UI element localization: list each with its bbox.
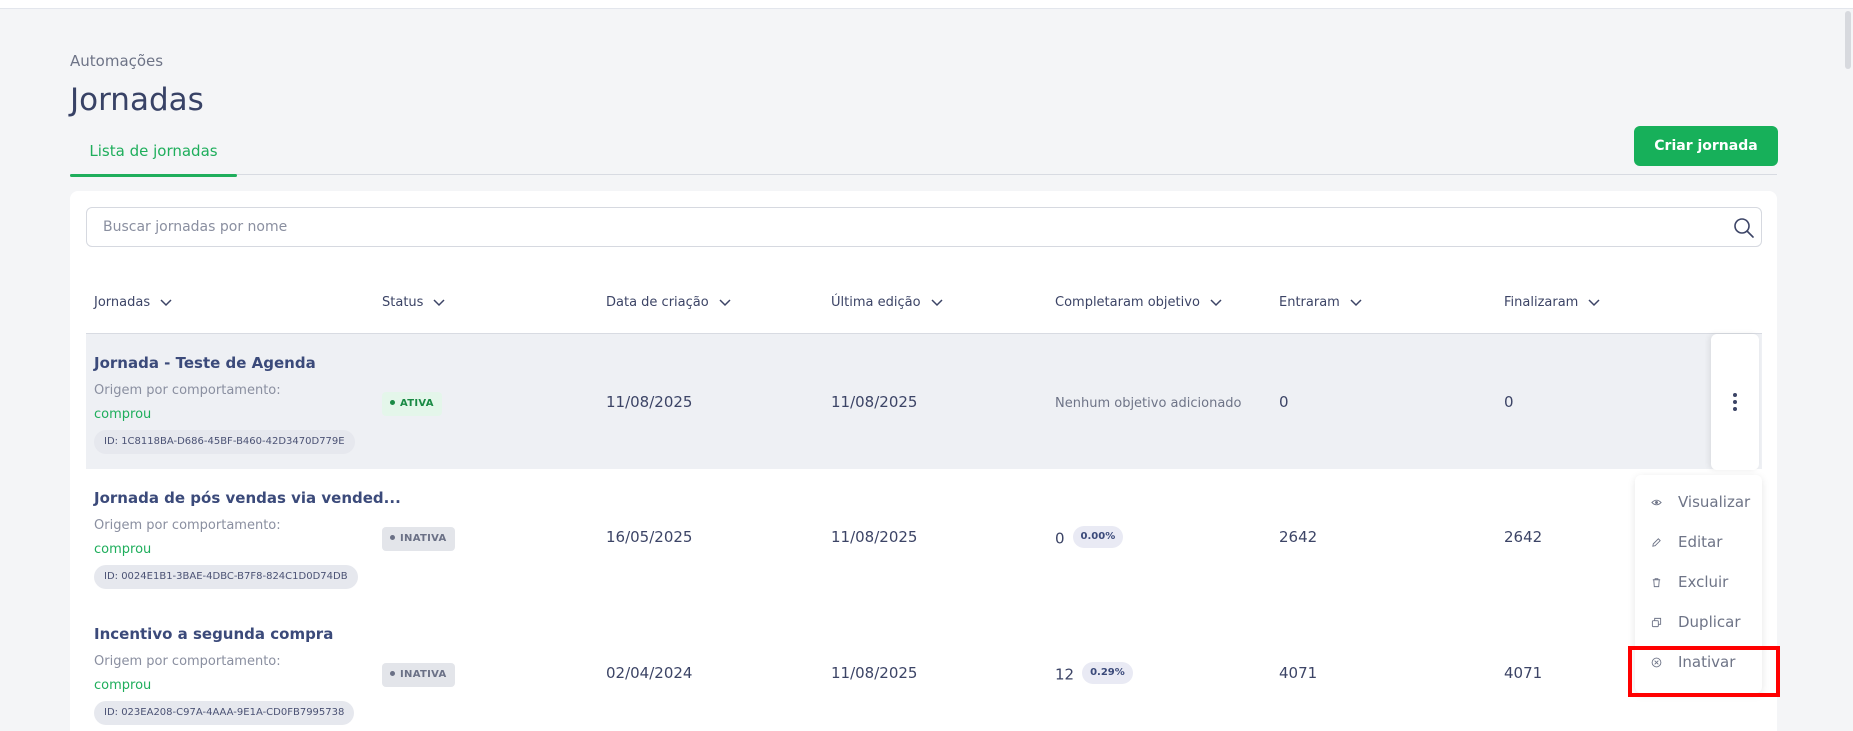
status-badge: ATIVA	[382, 392, 442, 416]
entered-count: 4071	[1279, 664, 1318, 682]
chevron-down-icon	[160, 298, 172, 306]
tab-label: Lista de jornadas	[89, 142, 218, 160]
chevron-down-icon	[931, 298, 943, 306]
header-finalizaram[interactable]: Finalizaram	[1504, 295, 1600, 310]
journey-name[interactable]: Jornada - Teste de Agenda	[94, 354, 316, 372]
menu-item-duplicar[interactable]: Duplicar	[1635, 605, 1762, 639]
created-date: 16/05/2025	[606, 528, 693, 546]
journey-name[interactable]: Incentivo a segunda compra	[94, 625, 333, 643]
close-circle-icon	[1651, 657, 1662, 668]
objective-value: 0	[1055, 529, 1065, 548]
chevron-down-icon	[433, 298, 445, 306]
search-input[interactable]	[103, 208, 1703, 246]
header-label: Entraram	[1279, 295, 1340, 310]
row-actions-button[interactable]	[1711, 334, 1759, 470]
status-dot	[390, 670, 395, 676]
page-title: Jornadas	[70, 82, 204, 118]
finished-count: 2642	[1504, 528, 1543, 546]
header-label: Completaram objetivo	[1055, 295, 1200, 310]
tab-active-indicator	[70, 174, 237, 177]
menu-item-label: Excluir	[1678, 573, 1729, 591]
status-dot	[390, 534, 395, 540]
trash-icon	[1652, 578, 1661, 588]
origin-label: Origem por comportamento:	[94, 654, 281, 669]
menu-item-editar[interactable]: Editar	[1635, 525, 1762, 559]
finished-count: 0	[1504, 393, 1514, 411]
header-completaram-objetivo[interactable]: Completaram objetivo	[1055, 295, 1222, 310]
menu-item-label: Duplicar	[1678, 613, 1741, 631]
objective-percent-badge: 0.29%	[1082, 662, 1133, 684]
header-status[interactable]: Status	[382, 295, 445, 310]
header-label: Finalizaram	[1504, 295, 1579, 310]
header-data-de-criacao[interactable]: Data de criação	[606, 295, 731, 310]
journey-id-badge: ID: 0024E1B1-3BAE-4DBC-B7F8-824C1D0D74DB	[94, 565, 358, 589]
header-ultima-edicao[interactable]: Última edição	[831, 295, 943, 310]
breadcrumb[interactable]: Automações	[70, 52, 163, 70]
header-label: Data de criação	[606, 295, 709, 310]
created-date: 02/04/2024	[606, 664, 693, 682]
chevron-down-icon	[719, 298, 731, 306]
header-label: Status	[382, 295, 424, 310]
status-label: INATIVA	[400, 669, 447, 680]
menu-item-label: Visualizar	[1678, 493, 1751, 511]
eye-icon	[1651, 499, 1662, 506]
journeys-card: Jornadas Status Data de criação Última e…	[70, 191, 1777, 731]
entered-count: 0	[1279, 393, 1289, 411]
objective-cell: 12 0.29%	[1055, 662, 1133, 686]
chevron-down-icon	[1588, 298, 1600, 306]
menu-item-visualizar[interactable]: Visualizar	[1635, 485, 1762, 519]
objective-percent-badge: 0.00%	[1072, 526, 1124, 548]
header-entraram[interactable]: Entraram	[1279, 295, 1362, 310]
status-badge: INATIVA	[382, 663, 455, 687]
pencil-icon	[1652, 538, 1661, 547]
create-journey-button[interactable]: Criar jornada	[1634, 126, 1778, 166]
status-badge: INATIVA	[382, 527, 455, 551]
menu-item-label: Editar	[1678, 533, 1723, 551]
journey-name[interactable]: Jornada de pós vendas via vended...	[94, 489, 401, 507]
copy-icon	[1651, 617, 1662, 628]
table-row[interactable]: Jornada - Teste de Agenda Origem por com…	[86, 333, 1762, 469]
origin-label: Origem por comportamento:	[94, 518, 281, 533]
edited-date: 11/08/2025	[831, 664, 918, 682]
objective-cell: 0 0.00%	[1055, 526, 1124, 550]
page-scrollbar[interactable]	[1843, 9, 1853, 731]
header-label: Jornadas	[94, 295, 151, 310]
top-bar	[0, 0, 1853, 9]
header-jornadas[interactable]: Jornadas	[94, 295, 172, 310]
origin-label: Origem por comportamento:	[94, 383, 281, 398]
journey-id-badge: ID: 1C8118BA-D686-45BF-B460-42D3470D779E	[94, 430, 355, 454]
status-label: ATIVA	[400, 398, 434, 409]
status-label: INATIVA	[400, 533, 447, 544]
menu-item-label: Inativar	[1678, 653, 1736, 671]
row-actions-menu: Visualizar Editar Excluir Duplicar Inati…	[1635, 475, 1762, 693]
chevron-down-icon	[1210, 298, 1222, 306]
header-label: Última edição	[831, 295, 921, 310]
more-vertical-icon	[1733, 393, 1737, 411]
tab-lista-de-jornadas[interactable]: Lista de jornadas	[70, 138, 237, 177]
origin-value: comprou	[94, 678, 152, 693]
scrollbar-thumb[interactable]	[1845, 11, 1851, 69]
search-icon[interactable]	[1733, 217, 1755, 239]
edited-date: 11/08/2025	[831, 393, 918, 411]
search-box	[86, 207, 1762, 247]
origin-value: comprou	[94, 542, 152, 557]
entered-count: 2642	[1279, 528, 1318, 546]
chevron-down-icon	[1350, 298, 1362, 306]
menu-item-inativar[interactable]: Inativar	[1635, 645, 1762, 679]
objective-value: 12	[1055, 665, 1075, 684]
finished-count: 4071	[1504, 664, 1543, 682]
status-dot	[390, 399, 395, 405]
objective-value: Nenhum objetivo adicionado	[1055, 396, 1242, 411]
origin-value: comprou	[94, 407, 152, 422]
created-date: 11/08/2025	[606, 393, 693, 411]
table-row[interactable]: Incentivo a segunda compra Origem por co…	[86, 605, 1762, 731]
edited-date: 11/08/2025	[831, 528, 918, 546]
tab-bar: Lista de jornadas	[70, 138, 1777, 177]
table-row[interactable]: Jornada de pós vendas via vended... Orig…	[86, 469, 1762, 605]
menu-item-excluir[interactable]: Excluir	[1635, 565, 1762, 599]
journey-id-badge: ID: 023EA208-C97A-4AAA-9E1A-CD0FB7995738	[94, 701, 355, 725]
